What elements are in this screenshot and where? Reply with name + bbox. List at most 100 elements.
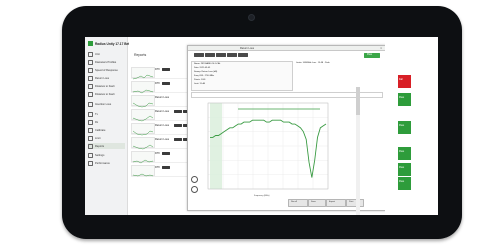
- sidebar-item-label: Tx: [95, 112, 98, 116]
- report-label: Return Loss: [155, 110, 169, 113]
- sidebar-item-label: Distance to Fault: [95, 84, 115, 88]
- sidebar-item-speed[interactable]: Speed of Response: [88, 67, 118, 73]
- reports-icon: [88, 143, 93, 149]
- tablet-frame: Radius Unity 17.17 Beta Unit Diameters P…: [62, 6, 462, 239]
- status-label: Pass: [399, 151, 405, 153]
- toolbar-tab[interactable]: [194, 53, 204, 57]
- sidebar-item-rx[interactable]: Rx: [88, 119, 98, 125]
- status-panel: Fail Pass Pass Pass Pass Pass: [385, 37, 438, 215]
- dialog-scrollbar[interactable]: [356, 87, 360, 215]
- sidebar-item-dtf-2[interactable]: Distance to Fault: [88, 91, 114, 97]
- unit-icon: [88, 51, 93, 57]
- tx-icon: [88, 111, 93, 117]
- report-chip: [174, 124, 182, 127]
- recall-button[interactable]: Recall: [288, 199, 308, 207]
- save-button[interactable]: Save: [308, 199, 326, 207]
- export-button-label: Export: [329, 201, 336, 204]
- close-icon[interactable]: ×: [380, 46, 382, 50]
- report-row[interactable]: DTF: [131, 163, 189, 177]
- calibrate-icon: [88, 127, 93, 133]
- toolbar-tab[interactable]: [238, 53, 248, 57]
- x-axis-label: Frequency (MHz): [254, 195, 270, 197]
- app-title: Radius Unity 17.17 Beta: [95, 41, 132, 46]
- sidebar-item-label: Performance: [95, 161, 110, 165]
- report-label: DTF: [155, 152, 161, 155]
- status-button[interactable]: Fail: [398, 75, 411, 88]
- report-label: Return Loss: [155, 124, 169, 127]
- toolbar-tab[interactable]: [227, 53, 237, 57]
- rx-icon: [88, 119, 93, 125]
- info-line: Freq: 698 - 2700 MHz: [194, 75, 215, 77]
- status-label: Fail: [399, 79, 403, 81]
- status-button[interactable]: Pass: [398, 147, 411, 160]
- screen: Radius Unity 17.17 Beta Unit Diameters P…: [85, 37, 438, 215]
- sidebar-item-diameters[interactable]: Diameters Profiles: [88, 59, 116, 65]
- export-button[interactable]: Export: [326, 199, 346, 207]
- sidebar-item-label: Return Loss: [95, 76, 109, 80]
- sidebar-item-label: Diameters Profiles: [95, 60, 117, 64]
- sidebar-item-dtf[interactable]: Distance to Fault: [88, 83, 114, 89]
- report-row[interactable]: DTF: [131, 65, 189, 80]
- report-row[interactable]: DTF: [131, 79, 189, 94]
- print-button-label: Print: [349, 201, 354, 204]
- report-chip: [174, 138, 182, 141]
- status-label: Pass: [399, 125, 405, 127]
- info-panel: Name: ZBT-BAND-20-1-CAL Date: 2021-03-09…: [191, 61, 293, 91]
- recall-button-label: Recall: [291, 201, 297, 204]
- toolbar-tab[interactable]: [205, 53, 215, 57]
- insertion-loss-icon: [88, 101, 93, 107]
- sidebar-item-limit[interactable]: Limit: [88, 135, 100, 141]
- pass-button-label: Pass: [367, 53, 373, 56]
- zoom-in-icon[interactable]: [191, 176, 198, 183]
- report-label: DTF: [155, 68, 161, 71]
- sidebar-item-label: Speed of Response: [95, 68, 118, 72]
- info-line: Points: 1001: [194, 79, 206, 81]
- report-row[interactable]: Return Loss: [131, 107, 189, 122]
- reports-title: Reports: [134, 53, 147, 57]
- sidebar-item-tx[interactable]: Tx: [88, 111, 98, 117]
- status-label: Pass: [399, 97, 405, 99]
- sidebar-item-reports[interactable]: Reports: [88, 143, 125, 149]
- pass-band: [210, 103, 222, 189]
- status-button[interactable]: Pass: [398, 93, 411, 106]
- sidebar-item-insertion-loss[interactable]: Insertion Loss: [88, 101, 111, 107]
- sidebar-item-settings[interactable]: Settings: [88, 152, 104, 158]
- report-label: Return Loss: [155, 138, 169, 141]
- report-chip: [162, 166, 170, 169]
- sidebar-item-performance[interactable]: Performance: [88, 160, 110, 166]
- pass-button[interactable]: Pass: [364, 53, 380, 58]
- sidebar-item-calibrate[interactable]: Calibrate: [88, 127, 105, 133]
- chart-grid: [207, 102, 329, 190]
- report-row[interactable]: DTF: [131, 149, 189, 164]
- report-row[interactable]: Return Loss: [131, 135, 189, 150]
- zoom-out-icon[interactable]: [191, 186, 198, 193]
- info-line: Sweep: Return Loss (dB): [194, 71, 218, 73]
- settings-icon: [88, 152, 93, 158]
- report-thumbnail: [131, 137, 155, 150]
- performance-icon: [88, 160, 93, 166]
- report-label: DTF: [155, 82, 161, 85]
- report-row[interactable]: Return Loss: [131, 121, 189, 136]
- toolbar-tab[interactable]: [216, 53, 226, 57]
- limit-icon: [88, 135, 93, 141]
- report-chip: [162, 82, 170, 85]
- scrollbar-thumb[interactable]: [356, 87, 360, 115]
- dialog-title: Return Loss: [240, 46, 254, 50]
- report-thumbnail: [131, 95, 155, 108]
- print-button[interactable]: Print: [346, 199, 364, 207]
- report-row[interactable]: Return Loss: [131, 93, 189, 108]
- logo-icon: [88, 41, 93, 46]
- sidebar-item-label: Calibrate: [95, 128, 106, 132]
- sidebar-item-return-loss[interactable]: Return Loss: [88, 75, 109, 81]
- sidebar-item-label: Reports: [95, 144, 105, 148]
- sidebar-item-label: Distance to Fault: [95, 92, 115, 96]
- report-thumbnail: [131, 165, 155, 177]
- return-loss-icon: [88, 75, 93, 81]
- status-label: Pass: [399, 181, 405, 183]
- sidebar-item-unit[interactable]: Unit: [88, 51, 100, 57]
- status-button[interactable]: Pass: [398, 121, 411, 134]
- dtf-icon: [88, 83, 93, 89]
- status-button[interactable]: Pass: [398, 163, 411, 176]
- status-button[interactable]: Pass: [398, 177, 411, 190]
- sidebar-item-label: Limit: [95, 136, 101, 140]
